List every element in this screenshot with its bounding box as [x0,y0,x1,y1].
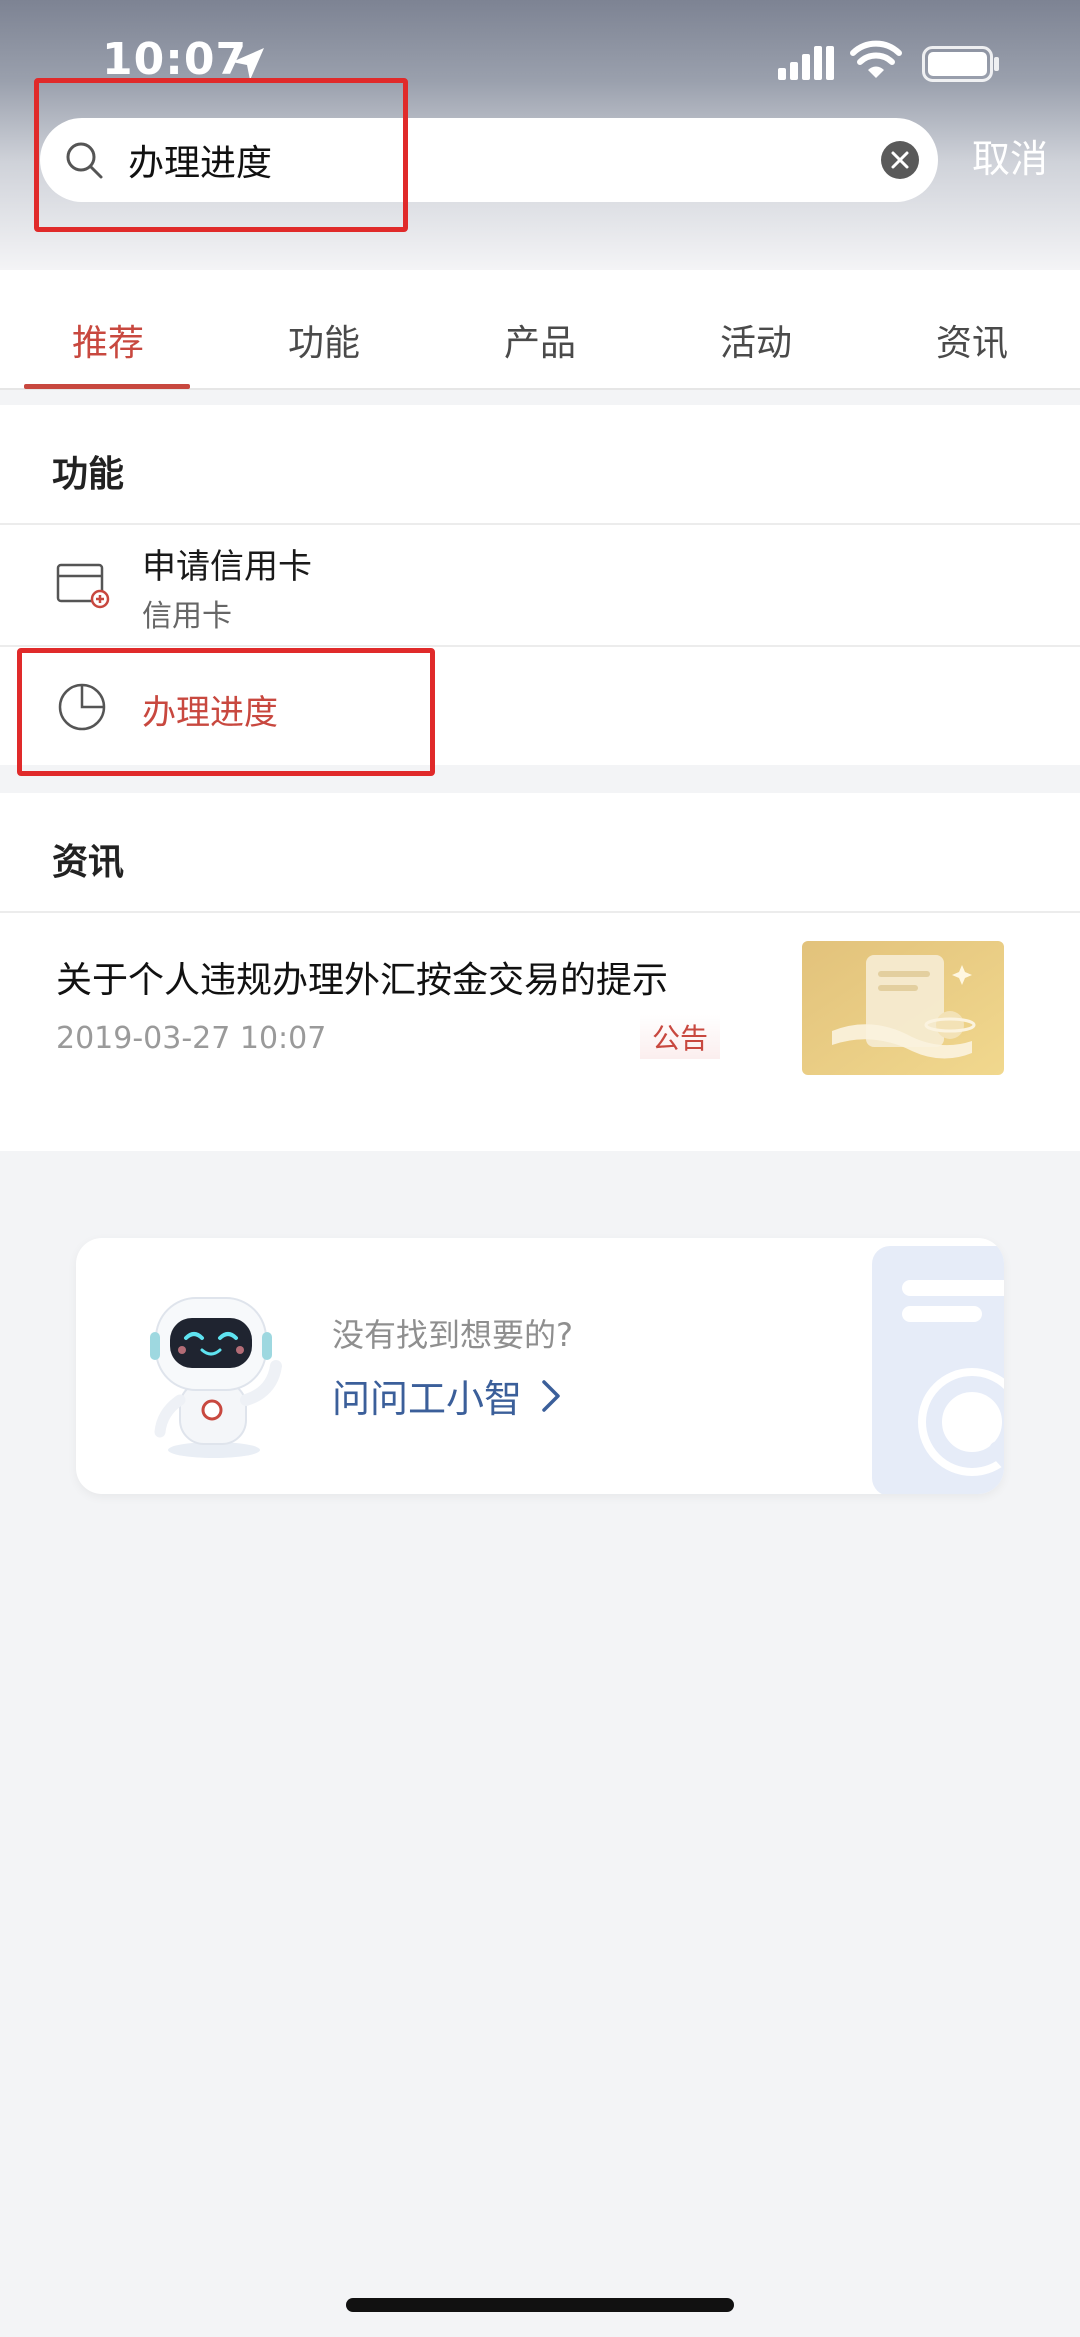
document-search-icon [872,1246,1004,1494]
helper-card[interactable]: 没有找到想要的? 问问工小智 [76,1238,1004,1494]
wifi-icon [850,40,902,78]
function-item-title: 申请信用卡 [142,547,312,587]
signal-icon [778,46,834,80]
tab-products[interactable]: 产品 [460,314,620,366]
active-tab-indicator [24,384,190,389]
battery-icon [922,46,999,82]
credit-card-add-icon [56,563,110,609]
news-item-badge: 公告 [640,1015,721,1059]
news-section-title: 资讯 [52,842,125,883]
functions-section-title: 功能 [52,454,125,495]
divider [0,911,1080,913]
function-item-subtitle: 信用卡 [142,599,232,634]
cancel-button[interactable]: 取消 [972,128,1048,183]
news-thumbnail-image[interactable] [802,941,1004,1075]
robot-avatar [150,1297,282,1458]
tab-news[interactable]: 资讯 [892,314,1052,366]
home-indicator[interactable] [346,2298,734,2312]
tab-activities[interactable]: 活动 [676,314,836,366]
ask-assistant-label: 问问工小智 [332,1377,523,1421]
helper-question: 没有找到想要的? [332,1316,573,1354]
news-item-date: 2019-03-27 10:07 [56,1021,327,1056]
highlight-search-box [34,78,408,232]
tab-functions[interactable]: 功能 [244,314,404,366]
search-results-page: 10:07 办理进度 取消 推荐 功能 产品 活动 资讯 功能 申请信用卡 信用… [0,0,1080,2337]
clear-icon[interactable] [880,140,920,180]
news-section: 资讯 关于个人违规办理外汇按金交易的提示 2019-03-27 10:07 公告 [0,793,1080,1151]
news-item-title[interactable]: 关于个人违规办理外汇按金交易的提示 [56,951,776,1003]
function-item-apply-credit-card[interactable]: 申请信用卡 信用卡 [0,525,1080,645]
highlight-progress-item [17,648,435,776]
tab-recommend[interactable]: 推荐 [28,314,188,366]
chevron-right-icon [542,1379,560,1412]
ask-assistant-link[interactable]: 问问工小智 [332,1368,564,1423]
tab-bar: 推荐 功能 产品 活动 资讯 [0,270,1080,390]
